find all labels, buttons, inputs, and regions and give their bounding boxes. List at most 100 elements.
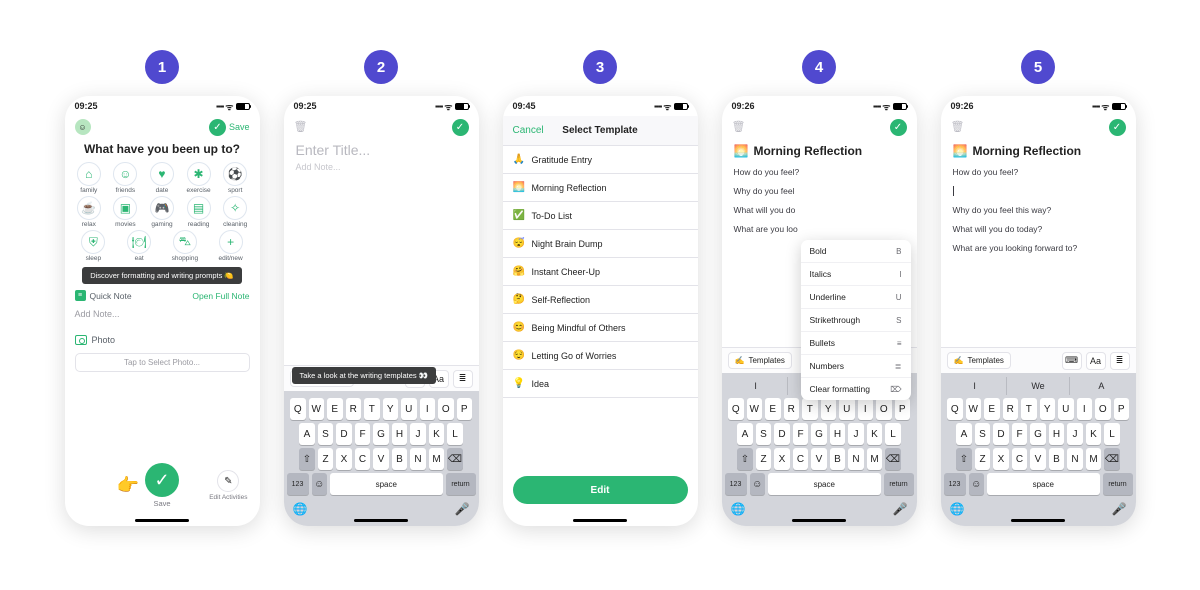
delete-key[interactable]: ⌫ — [1104, 448, 1120, 470]
activity-relax[interactable]: ☕relax — [72, 196, 106, 228]
key-W[interactable]: W — [747, 398, 763, 420]
key-T[interactable]: T — [1021, 398, 1037, 420]
key-U[interactable]: U — [839, 398, 855, 420]
text-style-button[interactable]: Aa — [1086, 352, 1106, 370]
key-B[interactable]: B — [392, 448, 408, 470]
key-S[interactable]: S — [975, 423, 991, 445]
numbers-key[interactable]: 123 — [944, 473, 966, 495]
numbers-key[interactable]: 123 — [287, 473, 309, 495]
key-Y[interactable]: Y — [1040, 398, 1056, 420]
key-A[interactable]: A — [299, 423, 315, 445]
key-L[interactable]: L — [1104, 423, 1120, 445]
key-L[interactable]: L — [885, 423, 901, 445]
mood-badge[interactable]: ☺ — [75, 119, 91, 135]
activity-family[interactable]: ⌂family — [72, 162, 106, 194]
key-G[interactable]: G — [811, 423, 827, 445]
suggestion-bar[interactable]: IWeA — [944, 377, 1133, 395]
key-K[interactable]: K — [1086, 423, 1102, 445]
activity-friends[interactable]: ☺friends — [108, 162, 142, 194]
key-F[interactable]: F — [793, 423, 809, 445]
key-Q[interactable]: Q — [947, 398, 963, 420]
key-O[interactable]: O — [876, 398, 892, 420]
edit-activities-button[interactable]: ✎ Edit Activities — [209, 470, 247, 501]
key-B[interactable]: B — [1049, 448, 1065, 470]
key-M[interactable]: M — [429, 448, 445, 470]
key-P[interactable]: P — [895, 398, 911, 420]
shift-key[interactable]: ⇧ — [299, 448, 315, 470]
suggestion[interactable]: I — [944, 377, 1007, 395]
format-italics[interactable]: ItalicsI — [801, 263, 911, 286]
delete-key[interactable]: ⌫ — [885, 448, 901, 470]
key-H[interactable]: H — [392, 423, 408, 445]
key-F[interactable]: F — [1012, 423, 1028, 445]
emoji-key[interactable]: ☺ — [312, 473, 328, 495]
key-R[interactable]: R — [346, 398, 362, 420]
key-W[interactable]: W — [966, 398, 982, 420]
key-G[interactable]: G — [373, 423, 389, 445]
note-body[interactable]: 🌅 Morning Reflection How do you feel? Wh… — [722, 138, 917, 240]
key-J[interactable]: J — [1067, 423, 1083, 445]
shift-key[interactable]: ⇧ — [956, 448, 972, 470]
activity-reading[interactable]: ▤reading — [182, 196, 216, 228]
activity-gaming[interactable]: 🎮gaming — [145, 196, 179, 228]
keyboard-toggle-button[interactable]: ⌨ — [1062, 352, 1082, 370]
template-item[interactable]: 🌅Morning Reflection — [503, 174, 698, 202]
key-J[interactable]: J — [410, 423, 426, 445]
space-key[interactable]: space — [768, 473, 881, 495]
space-key[interactable]: space — [330, 473, 443, 495]
home-indicator[interactable] — [792, 519, 846, 522]
format-bullets[interactable]: Bullets≡ — [801, 332, 911, 355]
globe-key[interactable]: 🌐 — [293, 502, 308, 516]
format-strikethrough[interactable]: StrikethroughS — [801, 309, 911, 332]
return-key[interactable]: return — [884, 473, 914, 495]
key-U[interactable]: U — [1058, 398, 1074, 420]
numbers-key[interactable]: 123 — [725, 473, 747, 495]
format-clear-formatting[interactable]: Clear formatting⌦ — [801, 378, 911, 400]
home-indicator[interactable] — [1011, 519, 1065, 522]
globe-key[interactable]: 🌐 — [731, 502, 746, 516]
key-V[interactable]: V — [811, 448, 827, 470]
template-item[interactable]: ✅To-Do List — [503, 202, 698, 230]
key-P[interactable]: P — [457, 398, 473, 420]
return-key[interactable]: return — [446, 473, 476, 495]
key-C[interactable]: C — [1012, 448, 1028, 470]
trash-icon[interactable]: 🗑 — [294, 120, 308, 134]
mic-key[interactable]: 🎤 — [1112, 502, 1127, 516]
key-A[interactable]: A — [737, 423, 753, 445]
template-item[interactable]: 😌Letting Go of Worries — [503, 342, 698, 370]
key-M[interactable]: M — [867, 448, 883, 470]
done-button[interactable]: ✓ — [890, 119, 907, 136]
cancel-button[interactable]: Cancel — [513, 125, 544, 136]
template-item[interactable]: 😊Being Mindful of Others — [503, 314, 698, 342]
key-N[interactable]: N — [848, 448, 864, 470]
suggestion[interactable]: We — [1007, 377, 1070, 395]
key-X[interactable]: X — [774, 448, 790, 470]
activity-sport[interactable]: ⚽sport — [218, 162, 252, 194]
trash-icon[interactable]: 🗑 — [732, 120, 746, 134]
template-item[interactable]: 🤗Instant Cheer-Up — [503, 258, 698, 286]
note-title[interactable]: 🌅 Morning Reflection — [734, 144, 905, 158]
title-input[interactable]: Enter Title... — [284, 138, 479, 160]
home-indicator[interactable] — [354, 519, 408, 522]
globe-key[interactable]: 🌐 — [950, 502, 965, 516]
template-item[interactable]: 💡Idea — [503, 370, 698, 398]
activity-exercise[interactable]: ✱exercise — [182, 162, 216, 194]
key-M[interactable]: M — [1086, 448, 1102, 470]
key-N[interactable]: N — [410, 448, 426, 470]
open-full-note-link[interactable]: Open Full Note — [192, 291, 249, 301]
home-indicator[interactable] — [573, 519, 627, 522]
key-I[interactable]: I — [858, 398, 874, 420]
key-A[interactable]: A — [956, 423, 972, 445]
templates-button[interactable]: ✍️Templates — [947, 352, 1011, 369]
emoji-key[interactable]: ☺ — [969, 473, 985, 495]
key-Y[interactable]: Y — [383, 398, 399, 420]
key-X[interactable]: X — [336, 448, 352, 470]
key-V[interactable]: V — [1030, 448, 1046, 470]
key-I[interactable]: I — [420, 398, 436, 420]
key-Z[interactable]: Z — [756, 448, 772, 470]
key-G[interactable]: G — [1030, 423, 1046, 445]
key-O[interactable]: O — [1095, 398, 1111, 420]
key-I[interactable]: I — [1077, 398, 1093, 420]
key-E[interactable]: E — [327, 398, 343, 420]
list-style-button[interactable]: ≣ — [1110, 352, 1130, 370]
